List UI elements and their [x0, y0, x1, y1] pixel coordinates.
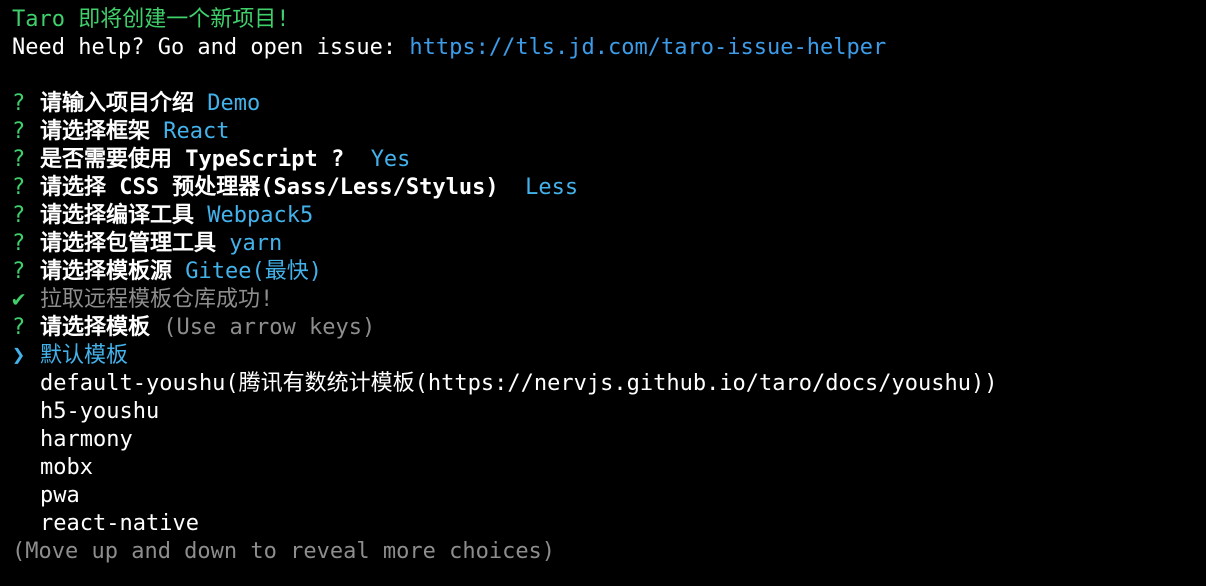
prompt-framework: ? 请选择框架 React: [12, 118, 1206, 146]
footer-hint: (Move up and down to reveal more choices…: [12, 539, 556, 564]
prompt-question: 请选择编译工具: [40, 203, 195, 228]
choice-label: react-native: [40, 511, 199, 536]
prompt-template: ? 请选择模板 (Use arrow keys): [12, 314, 1206, 342]
choice-label: default-youshu(腾讯有数统计模板(https://nervjs.g…: [40, 371, 998, 396]
prompt-answer: yarn: [229, 231, 283, 256]
question-mark-icon: ?: [12, 147, 26, 172]
choice-label: h5-youshu: [40, 399, 160, 424]
prompt-template-source: ? 请选择模板源 Gitee(最快): [12, 258, 1206, 286]
question-mark-icon: ?: [12, 119, 26, 144]
help-line: Need help? Go and open issue: https://tl…: [12, 34, 1206, 62]
choice-item[interactable]: mobx: [12, 454, 1206, 482]
prompt-compiler: ? 请选择编译工具 Webpack5: [12, 202, 1206, 230]
prompt-question: 请选择模板: [40, 315, 151, 340]
question-mark-icon: ?: [12, 315, 26, 340]
choice-item[interactable]: h5-youshu: [12, 398, 1206, 426]
prompt-answer: Demo: [207, 91, 261, 116]
question-mark-icon: ?: [12, 203, 26, 228]
prompt-answer: Yes: [370, 147, 411, 172]
prompt-answer: Webpack5: [207, 203, 314, 228]
question-mark-icon: ?: [12, 91, 26, 116]
terminal-window: Taro 即将创建一个新项目! Need help? Go and open i…: [0, 0, 1206, 586]
prompt-answer: Less: [525, 175, 579, 200]
choice-item[interactable]: pwa: [12, 482, 1206, 510]
prompt-question: 是否需要使用 TypeScript ?: [40, 147, 345, 172]
prompt-question: 请选择框架: [40, 119, 151, 144]
choice-label: mobx: [40, 455, 93, 480]
success-text: 拉取远程模板仓库成功!: [40, 287, 274, 312]
question-mark-icon: ?: [12, 259, 26, 284]
prompt-package-manager: ? 请选择包管理工具 yarn: [12, 230, 1206, 258]
choice-label: harmony: [40, 427, 133, 452]
question-mark-icon: ?: [12, 231, 26, 256]
prompt-description: ? 请输入项目介绍 Demo: [12, 90, 1206, 118]
help-link[interactable]: https://tls.jd.com/taro-issue-helper: [409, 35, 886, 60]
choice-selected[interactable]: ❯ 默认模板: [12, 342, 1206, 370]
prompt-question: 请选择 CSS 预处理器(Sass/Less/Stylus): [40, 175, 499, 200]
question-mark-icon: ?: [12, 175, 26, 200]
choice-label: 默认模板: [40, 343, 129, 368]
prompt-answer: Gitee(最快): [185, 259, 322, 284]
header-title: Taro 即将创建一个新项目!: [12, 7, 290, 32]
prompt-question: 请选择包管理工具: [40, 231, 217, 256]
choice-item[interactable]: react-native: [12, 510, 1206, 538]
prompt-css-preprocessor: ? 请选择 CSS 预处理器(Sass/Less/Stylus) Less: [12, 174, 1206, 202]
help-prefix: Need help? Go and open issue:: [12, 35, 410, 60]
prompt-typescript: ? 是否需要使用 TypeScript ? Yes: [12, 146, 1206, 174]
prompt-question: 请选择模板源: [40, 259, 173, 284]
success-line: ✔ 拉取远程模板仓库成功!: [12, 286, 1206, 314]
pointer-icon: ❯: [12, 343, 26, 368]
choice-item[interactable]: default-youshu(腾讯有数统计模板(https://nervjs.g…: [12, 370, 1206, 398]
choice-label: pwa: [40, 483, 80, 508]
prompt-hint: (Use arrow keys): [163, 315, 376, 340]
prompt-question: 请输入项目介绍: [40, 91, 195, 116]
choice-item[interactable]: harmony: [12, 426, 1206, 454]
prompt-answer: React: [163, 119, 230, 144]
checkmark-icon: ✔: [12, 287, 26, 312]
